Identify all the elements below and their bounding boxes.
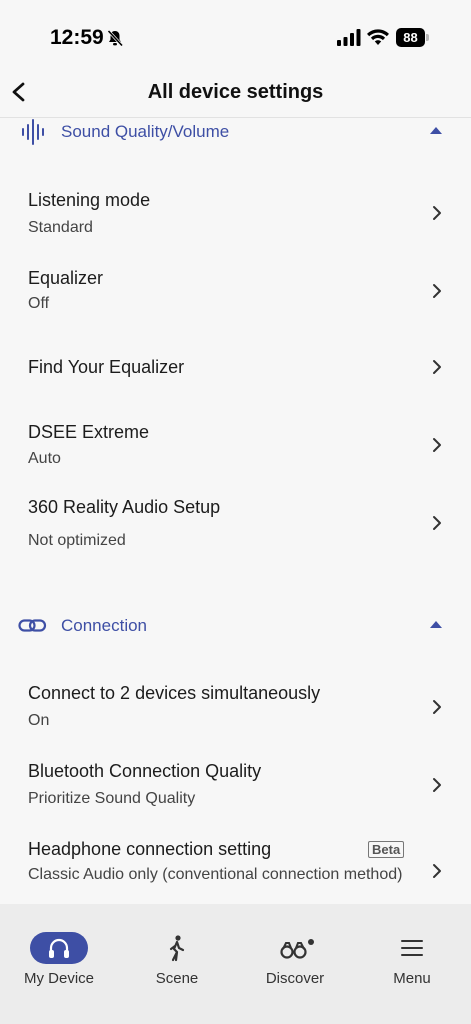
setting-row-headphone-connection[interactable]: Headphone connection setting Beta Classi… (0, 822, 471, 904)
bottom-nav: My Device Scene Discover Menu (0, 904, 471, 1024)
setting-row-dsee-extreme[interactable]: DSEE Extreme Auto (0, 405, 471, 475)
setting-row-equalizer[interactable]: Equalizer Off (0, 250, 471, 320)
binoculars-icon (280, 939, 314, 959)
hamburger-icon (401, 940, 423, 956)
setting-title: Listening mode (28, 190, 151, 210)
page-title: All device settings (147, 81, 324, 103)
nav-item-menu[interactable]: Menu (353, 916, 471, 987)
nav-label: Scene (155, 970, 199, 987)
setting-value: Prioritize Sound Quality (28, 790, 196, 807)
setting-row-find-your-equalizer[interactable]: Find Your Equalizer (0, 340, 471, 396)
headphones-icon (49, 938, 69, 958)
chevron-right-icon (433, 516, 441, 530)
battery-icon: 88 (396, 28, 430, 47)
setting-row-360-reality-audio[interactable]: 360 Reality Audio Setup Not optimized (0, 480, 471, 560)
setting-value: Standard (28, 219, 93, 236)
setting-row-listening-mode[interactable]: Listening mode Standard (0, 172, 471, 242)
signal-icon (337, 29, 361, 46)
battery-cap (426, 34, 429, 41)
nav-label: My Device (23, 970, 94, 987)
beta-badge: Beta (368, 841, 405, 858)
nav-item-scene[interactable]: Scene (118, 916, 236, 987)
setting-title: Find Your Equalizer (28, 357, 185, 377)
setting-value: On (28, 712, 50, 729)
setting-title: Equalizer (28, 268, 104, 288)
chevron-right-icon (433, 700, 441, 714)
status-bar: 12:59 88 (0, 0, 471, 70)
setting-title: Headphone connection setting (28, 839, 272, 859)
wifi-icon (367, 29, 389, 45)
setting-value: Not optimized (28, 532, 126, 549)
nav-label: Menu (393, 970, 431, 987)
setting-row-connect-2-devices[interactable]: Connect to 2 devices simultaneously On (0, 666, 471, 736)
setting-value: Off (28, 295, 50, 312)
section-label-connection: Connection (61, 616, 148, 635)
setting-title: 360 Reality Audio Setup (28, 497, 221, 517)
sound-wave-icon (22, 119, 44, 145)
section-label-sound-quality: Sound Quality/Volume (61, 122, 230, 141)
chevron-right-icon (433, 360, 441, 374)
setting-row-bluetooth-quality[interactable]: Bluetooth Connection Quality Prioritize … (0, 744, 471, 814)
nav-label: Discover (265, 970, 325, 987)
link-icon (18, 619, 47, 632)
setting-title: Connect to 2 devices simultaneously (28, 683, 321, 703)
setting-value: Classic Audio only (conventional connect… (28, 866, 403, 883)
bell-slash-icon (107, 29, 124, 47)
setting-title: DSEE Extreme (28, 422, 150, 442)
nav-item-discover[interactable]: Discover (236, 916, 354, 987)
collapse-up-icon[interactable] (430, 621, 442, 628)
chevron-right-icon (433, 284, 441, 298)
chevron-right-icon (433, 206, 441, 220)
nav-item-my-device[interactable]: My Device (0, 916, 118, 987)
section-header-connection[interactable]: Connection (0, 611, 471, 641)
walking-icon (169, 935, 185, 962)
header: All device settings (0, 70, 471, 118)
chevron-right-icon (433, 778, 441, 792)
section-header-sound-quality[interactable]: Sound Quality/Volume (0, 117, 471, 147)
setting-title: Bluetooth Connection Quality (28, 761, 262, 781)
chevron-right-icon (433, 864, 441, 878)
collapse-up-icon[interactable] (430, 127, 442, 134)
status-time: 12:59 (50, 26, 104, 49)
chevron-right-icon (433, 438, 441, 452)
setting-value: Auto (28, 450, 61, 467)
battery-level: 88 (396, 28, 425, 47)
